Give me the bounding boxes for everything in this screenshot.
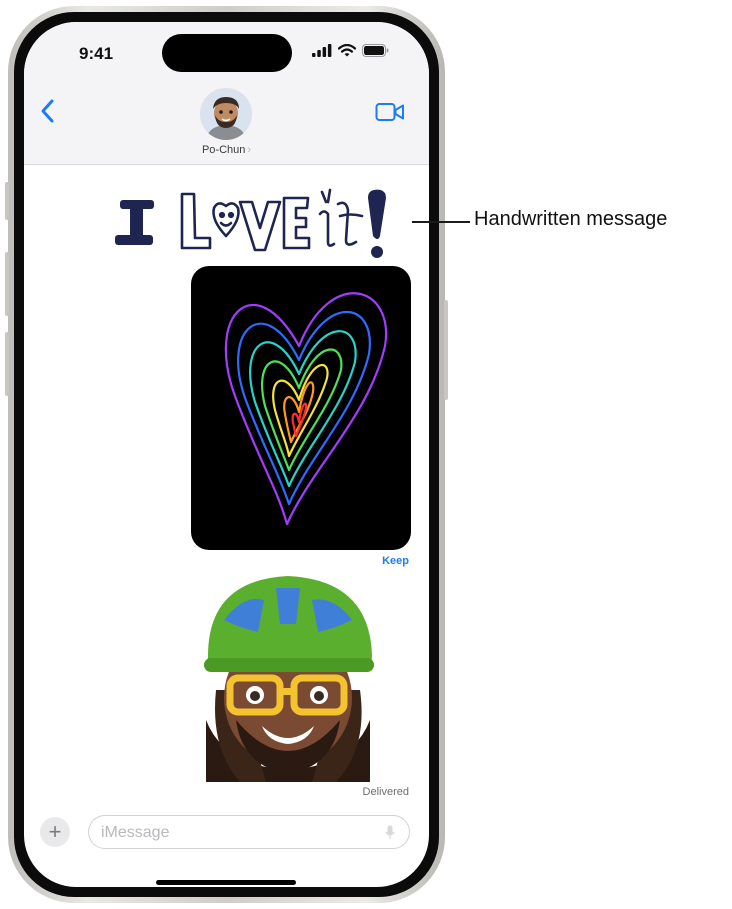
contact-chevron: › (247, 144, 252, 156)
contact-name-label[interactable]: Po-Chun › (24, 144, 429, 156)
callout-line (412, 221, 470, 223)
side-button (444, 300, 448, 400)
messages-screen: Po-Chun › 9:41 Keep Delivered + iMessage (24, 22, 429, 887)
memoji-cyclist-icon (204, 576, 374, 782)
dynamic-island (162, 34, 292, 72)
volume-up-button (5, 252, 9, 316)
battery-icon (362, 44, 389, 57)
rainbow-heart-drawing (224, 292, 388, 526)
status-icons (312, 44, 389, 57)
video-camera-icon (375, 103, 404, 121)
delivered-status: Delivered (362, 786, 409, 798)
chevron-left-icon (41, 99, 54, 123)
handwritten-ink (115, 188, 386, 258)
contact-name-text: Po-Chun (201, 144, 246, 156)
callout-handwritten-message: Handwritten message (474, 208, 668, 230)
imessage-input[interactable]: iMessage (88, 815, 410, 849)
digital-touch-sketch[interactable] (191, 266, 411, 550)
facetime-button[interactable] (375, 102, 405, 127)
keep-button[interactable]: Keep (382, 555, 409, 567)
cellular-signal-icon (312, 44, 332, 57)
microphone-icon[interactable] (385, 825, 395, 840)
action-button (5, 182, 9, 220)
memoji-avatar-icon (200, 88, 252, 140)
memoji-sticker[interactable] (184, 570, 394, 782)
back-button[interactable] (38, 98, 60, 124)
home-indicator (156, 880, 296, 885)
volume-down-button (5, 332, 9, 396)
wifi-icon (338, 44, 356, 57)
imessage-placeholder: iMessage (101, 824, 170, 841)
status-time: 9:41 (79, 44, 114, 63)
add-attachment-button[interactable]: + (40, 817, 70, 847)
contact-avatar[interactable] (200, 88, 252, 140)
handwritten-message[interactable] (110, 180, 410, 266)
